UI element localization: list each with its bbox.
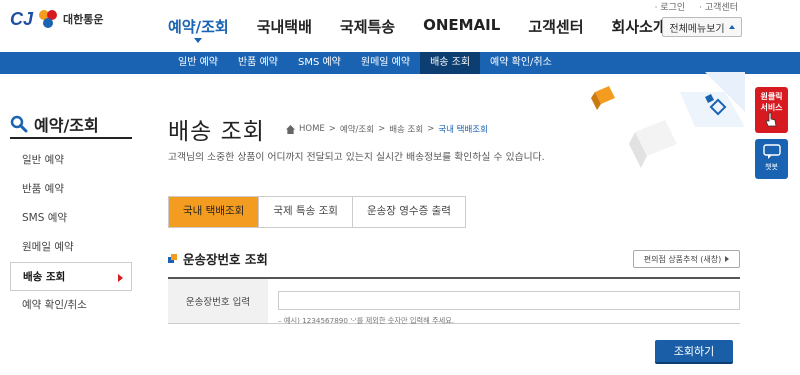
waybill-hint: – 예시) 1234567890 '-'를 제외한 숫자만 입력해 주세요. [278,315,455,325]
sidebar-divider [10,137,132,139]
gnb-item-customer[interactable]: 고객센터 [528,16,583,37]
search-submit-button[interactable]: 조회하기 [655,340,733,364]
sidebar-item-confirm-cancel[interactable]: 예약 확인/취소 [10,291,132,320]
sidebar-item-tracking[interactable]: 배송 조회 [10,262,132,291]
global-nav: 예약/조회 국내택배 국제특송 ONEMAIL 고객센터 회사소개 [168,16,695,43]
sub-nav: 일반 예약 반품 예약 SMS 예약 원메일 예약 배송 조회 예약 확인/취소 [0,52,800,74]
oneclick-service-widget[interactable]: 원클릭 서비스 [755,87,788,133]
sidebar-item-general[interactable]: 일반 예약 [10,146,132,175]
page-title: 배송 조회 [168,119,265,145]
section-title: 운송장번호 조회 [168,249,268,268]
breadcrumb-separator: > [328,124,336,134]
arrow-right-icon [725,256,730,262]
gnb-item-reservation[interactable]: 예약/조회 [168,16,229,43]
convenience-store-trace-button[interactable]: 편의점 상품추적 (새창) [633,250,740,268]
chatbot-widget[interactable]: 챗봇 [755,139,788,179]
breadcrumb-separator: > [427,124,435,134]
snb-item-return[interactable]: 반품 예약 [228,52,288,74]
tracking-form: 운송장번호 입력 – 예시) 1234567890 '-'를 제외한 숫자만 입… [168,277,740,325]
home-icon [286,124,295,134]
tab-international-tracking[interactable]: 국제 특송 조회 [259,197,353,227]
tab-receipt-print[interactable]: 운송장 영수증 출력 [352,197,465,227]
cj-logo-icon [39,10,58,28]
waybill-number-input[interactable] [278,290,740,310]
decorative-cubes [591,72,745,168]
logo-cj-text: CJ [10,8,34,29]
waybill-label: 운송장번호 입력 [168,279,268,323]
all-menu-button[interactable]: 전체메뉴보기 [662,17,742,37]
snb-item-tracking[interactable]: 배송 조회 [420,52,481,74]
snb-item-general[interactable]: 일반 예약 [168,52,228,74]
sidebar-title-text: 예약/조회 [34,116,99,135]
snb-item-confirm-cancel[interactable]: 예약 확인/취소 [480,52,562,74]
logo-company-name: 대한통운 [63,13,104,26]
breadcrumb-separator: > [378,124,386,134]
gnb-item-company[interactable]: 회사소개 [612,16,667,37]
logo[interactable]: CJ 대한통운 [10,8,104,30]
chatbot-label: 챗봇 [765,163,778,171]
section-bullet-icon [168,254,177,263]
page-description: 고객님의 소중한 상품이 어디까지 전달되고 있는지 실시간 배송정보를 확인하… [168,152,545,163]
gnb-item-domestic[interactable]: 국내택배 [257,16,312,37]
breadcrumb: HOME > 예약/조회 > 배송 조회 > 국내 택배조회 [286,123,488,135]
sidebar-item-return[interactable]: 반품 예약 [10,175,132,204]
trace-button-label: 편의점 상품추적 (새창) [643,254,722,264]
utility-links: 로그인 고객센터 [655,0,738,13]
waybill-field-cell: – 예시) 1234567890 '-'를 제외한 숫자만 입력해 주세요. [268,279,740,325]
breadcrumb-home[interactable]: HOME [299,124,325,134]
search-icon [10,115,28,133]
snb-item-onemail[interactable]: 원메일 예약 [351,52,420,74]
login-link[interactable]: 로그인 [655,0,685,13]
caret-up-icon [728,25,735,29]
sidebar-title: 예약/조회 [10,112,99,136]
pointer-hand-icon [765,112,777,127]
sidebar-item-sms[interactable]: SMS 예약 [10,204,132,233]
snb-item-sms[interactable]: SMS 예약 [288,52,351,74]
gnb-item-onemail[interactable]: ONEMAIL [423,16,500,37]
breadcrumb-tracking[interactable]: 배송 조회 [389,123,423,135]
all-menu-label: 전체메뉴보기 [669,23,725,35]
sidebar: 일반 예약 반품 예약 SMS 예약 원메일 예약 배송 조회 예약 확인/취소 [10,146,132,320]
tab-domestic-tracking[interactable]: 국내 택배조회 [169,197,260,227]
breadcrumb-current: 국내 택배조회 [438,125,488,135]
section-title-text: 운송장번호 조회 [183,252,268,267]
breadcrumb-reservation[interactable]: 예약/조회 [340,123,374,135]
chat-bubble-icon [762,144,781,159]
gnb-item-international[interactable]: 국제특송 [340,16,395,37]
sidebar-item-onemail[interactable]: 원메일 예약 [10,233,132,262]
oneclick-label: 원클릭 [760,92,783,101]
tracking-tabs: 국내 택배조회 국제 특송 조회 운송장 영수증 출력 [168,196,466,228]
customer-center-link[interactable]: 고객센터 [699,0,738,13]
